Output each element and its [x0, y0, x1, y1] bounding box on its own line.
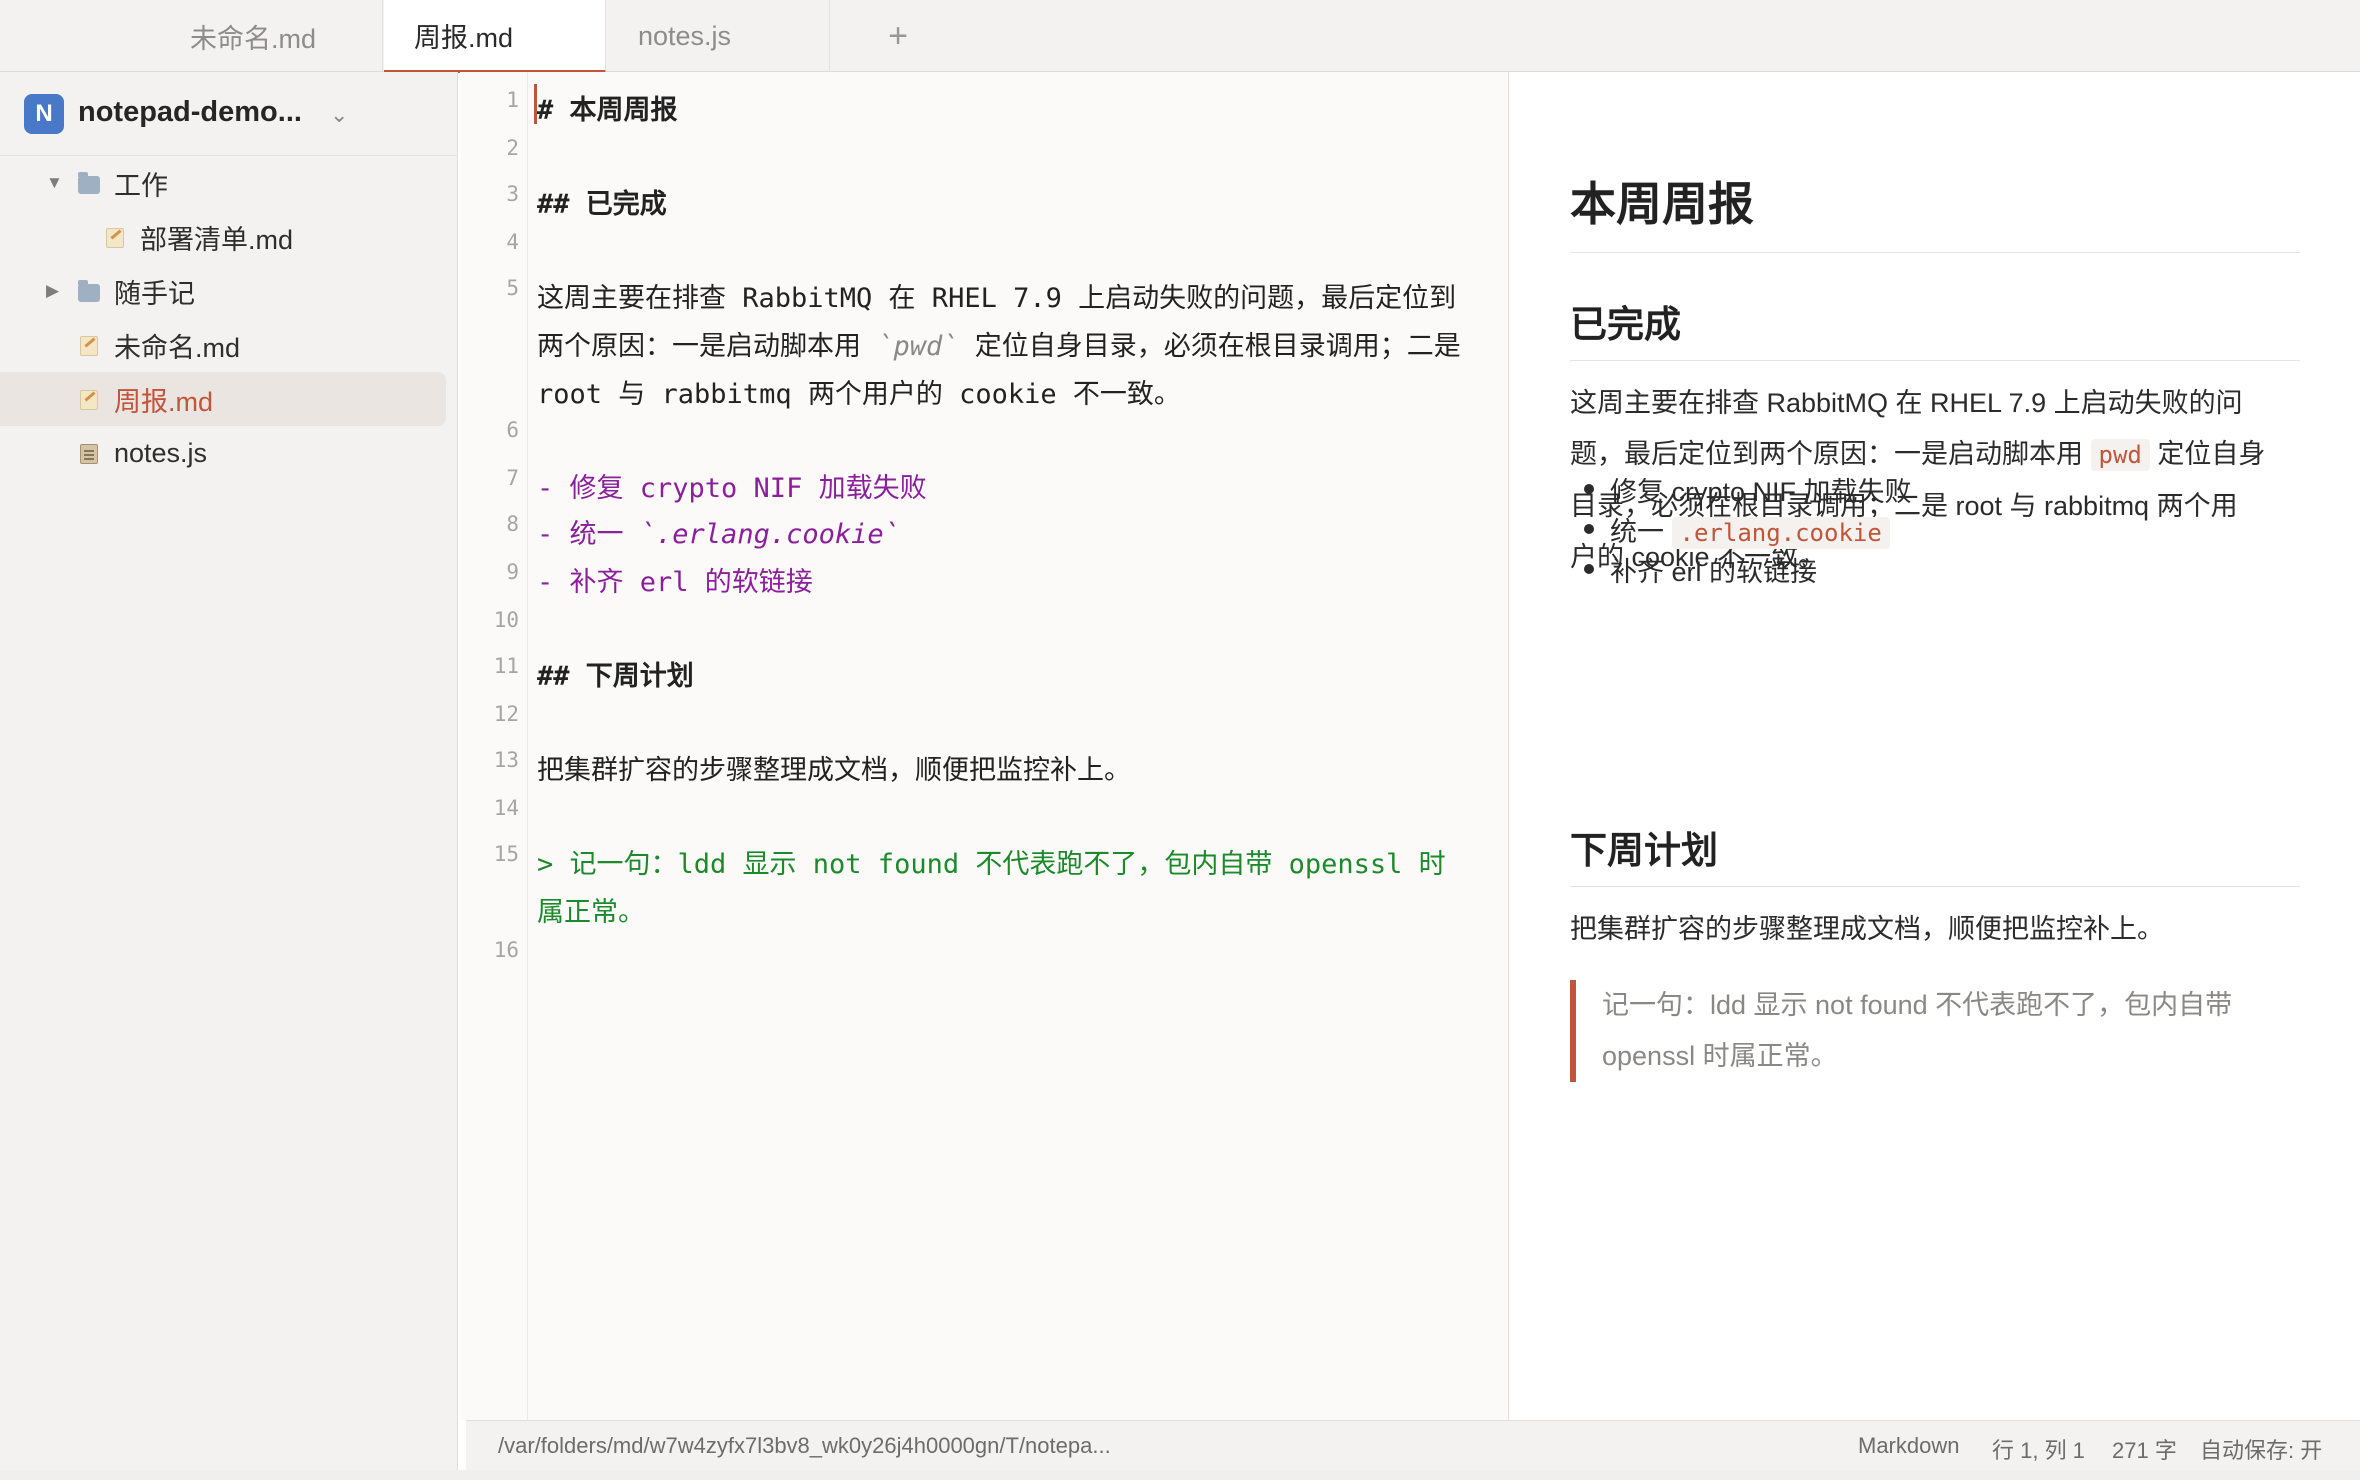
line-number: 3 — [506, 182, 519, 206]
code-text: - 统一 — [537, 519, 640, 550]
cursor-position[interactable]: 行 1, 列 1 — [1992, 1433, 2085, 1465]
sidebar: N notepad-demo... ⌄ ▼ 工作 部署清单.md ▶ 随手记 未… — [0, 72, 458, 1470]
tree-file-notes-js[interactable]: notes.js — [0, 426, 446, 480]
preview-list-item: 统一 .erlang.cookie — [1610, 510, 1890, 549]
window-bottom-edge — [0, 1470, 2360, 1480]
tree-folder-notes[interactable]: ▶ 随手记 — [0, 264, 446, 318]
tab-bar: 未命名.md 周报.md notes.js + — [0, 0, 2360, 73]
folder-icon — [78, 172, 100, 194]
folder-icon — [78, 280, 100, 302]
tab-label: notes.js — [638, 20, 732, 51]
line-number: 9 — [506, 560, 519, 584]
tab-label: 未命名.md — [190, 23, 317, 54]
tree-file-weekly-report[interactable]: 周报.md — [0, 372, 446, 426]
code-line-paragraph: root 与 rabbitmq 两个用户的 cookie 不一致。 — [537, 379, 1181, 410]
code-line-list-item: - 修复 crypto NIF 加载失败 — [537, 473, 927, 504]
line-number: 4 — [506, 230, 519, 254]
code-text: 定位自身目录，必须在根目录调用；二是 — [958, 331, 1461, 362]
preview-heading-2: 已完成 — [1570, 294, 2300, 361]
expand-arrow-icon[interactable]: ▼ — [46, 173, 63, 193]
line-number: 13 — [493, 748, 519, 772]
tree-file-deploy-list[interactable]: 部署清单.md — [0, 210, 446, 264]
preview-text-line: 这周主要在排查 RabbitMQ 在 RHEL 7.9 上启动失败的问 — [1570, 388, 2243, 418]
preview-inline-code: .erlang.cookie — [1671, 517, 1890, 549]
tree-item-label: 工作 — [114, 170, 168, 201]
preview-inline-code: pwd — [2090, 439, 2150, 471]
line-number: 16 — [493, 938, 519, 962]
line-number: 8 — [506, 512, 519, 536]
collapse-arrow-icon[interactable]: ▶ — [46, 281, 59, 301]
bullet-icon — [1584, 524, 1594, 534]
line-number: 15 — [493, 842, 519, 866]
inline-code-span: `.erlang.cookie` — [639, 519, 900, 550]
tree-folder-work[interactable]: ▼ 工作 — [0, 156, 446, 210]
tab-untitled[interactable]: 未命名.md — [0, 0, 383, 72]
line-number: 1 — [506, 88, 519, 112]
tab-notes-js[interactable]: notes.js — [606, 0, 830, 72]
preview-heading-2: 下周计划 — [1570, 820, 2300, 887]
tree-item-label: 随手记 — [114, 278, 195, 309]
line-number: 14 — [493, 796, 519, 820]
preview-text: 题，最后定位到两个原因：一是启动脚本用 — [1570, 439, 2091, 469]
code-line-heading: ## 已完成 — [537, 189, 667, 220]
bullet-icon — [1584, 564, 1594, 574]
file-path: /var/folders/md/w7w4zyfx7l3bv8_wk0y26j4h… — [498, 1433, 1111, 1458]
inline-code-span: `pwd` — [877, 331, 959, 362]
workspace-badge: N — [24, 94, 64, 134]
preview-list-item: 修复 crypto NIF 加载失败 — [1610, 477, 1912, 507]
preview-paragraph: 把集群扩容的步骤整理成文档，顺便把监控补上。 — [1570, 914, 2164, 944]
preview-heading-1: 本周周报 — [1570, 168, 2300, 253]
code-line-heading: ## 下周计划 — [537, 661, 694, 692]
preview-text-line: 记一句：ldd 显示 not found 不代表跑不了，包内自带 — [1602, 990, 2233, 1020]
preview-blockquote: 记一句：ldd 显示 not found 不代表跑不了，包内自带 openssl… — [1570, 980, 2305, 1082]
javascript-file-icon — [80, 444, 98, 464]
tab-weekly-report[interactable]: 周报.md — [384, 0, 606, 73]
code-line-heading: # 本周周报 — [537, 95, 678, 126]
line-number: 7 — [506, 466, 519, 490]
markdown-file-icon — [80, 336, 98, 356]
code-line-blockquote: > 记一句：ldd 显示 not found 不代表跑不了，包内自带 opens… — [537, 849, 1446, 880]
line-number: 11 — [493, 654, 519, 678]
code-line-paragraph: 把集群扩容的步骤整理成文档，顺便把监控补上。 — [537, 755, 1131, 786]
markdown-file-icon — [106, 228, 124, 248]
workspace-switcher[interactable]: N notepad-demo... ⌄ — [0, 72, 458, 156]
language-mode[interactable]: Markdown — [1858, 1433, 1959, 1459]
tree-file-untitled[interactable]: 未命名.md — [0, 318, 446, 372]
code-text: 两个原因：一是启动脚本用 — [537, 331, 878, 362]
markdown-editor[interactable]: 1 2 3 4 5 6 7 8 9 10 11 12 13 14 15 16 #… — [460, 72, 1509, 1420]
preview-text-line: openssl 时属正常。 — [1602, 1041, 1838, 1071]
autosave-toggle[interactable]: 自动保存: 开 — [2200, 1433, 2322, 1465]
character-count: 271 字 — [2112, 1438, 2177, 1463]
chevron-down-icon[interactable]: ⌄ — [330, 102, 348, 128]
preview-text: 定位自身 — [2149, 439, 2266, 469]
bullet-icon — [1584, 484, 1594, 494]
tab-label: 周报.md — [414, 22, 514, 53]
line-number: 6 — [506, 418, 519, 442]
line-number-gutter: 1 2 3 4 5 6 7 8 9 10 11 12 13 14 15 16 — [460, 72, 528, 1420]
line-number: 10 — [493, 608, 519, 632]
plus-icon: + — [888, 16, 908, 55]
markdown-file-icon — [80, 390, 98, 410]
line-number: 2 — [506, 136, 519, 160]
status-bar: /var/folders/md/w7w4zyfx7l3bv8_wk0y26j4h… — [466, 1420, 2360, 1470]
markdown-preview: 本周周报 已完成 这周主要在排查 RabbitMQ 在 RHEL 7.9 上启动… — [1510, 72, 2360, 1420]
code-line-paragraph: 两个原因：一是启动脚本用 `pwd` 定位自身目录，必须在根目录调用；二是 — [537, 324, 1461, 363]
workspace-name: notepad-demo... — [78, 96, 302, 128]
tree-item-label: 部署清单.md — [140, 224, 294, 255]
tree-item-label: 未命名.md — [114, 332, 241, 363]
preview-text: 统一 — [1610, 517, 1672, 547]
code-line-list-item: - 统一 `.erlang.cookie` — [537, 512, 900, 551]
code-line-paragraph: 这周主要在排查 RabbitMQ 在 RHEL 7.9 上启动失败的问题，最后定… — [537, 283, 1457, 314]
tree-item-label: notes.js — [114, 437, 208, 468]
new-tab-button[interactable]: + — [870, 14, 926, 58]
line-number: 12 — [493, 702, 519, 726]
code-line-blockquote: 属正常。 — [537, 897, 645, 928]
tree-item-label: 周报.md — [114, 386, 214, 417]
preview-list-item: 补齐 erl 的软链接 — [1610, 557, 1818, 587]
code-line-list-item: - 补齐 erl 的软链接 — [537, 567, 813, 598]
line-number: 5 — [506, 276, 519, 300]
